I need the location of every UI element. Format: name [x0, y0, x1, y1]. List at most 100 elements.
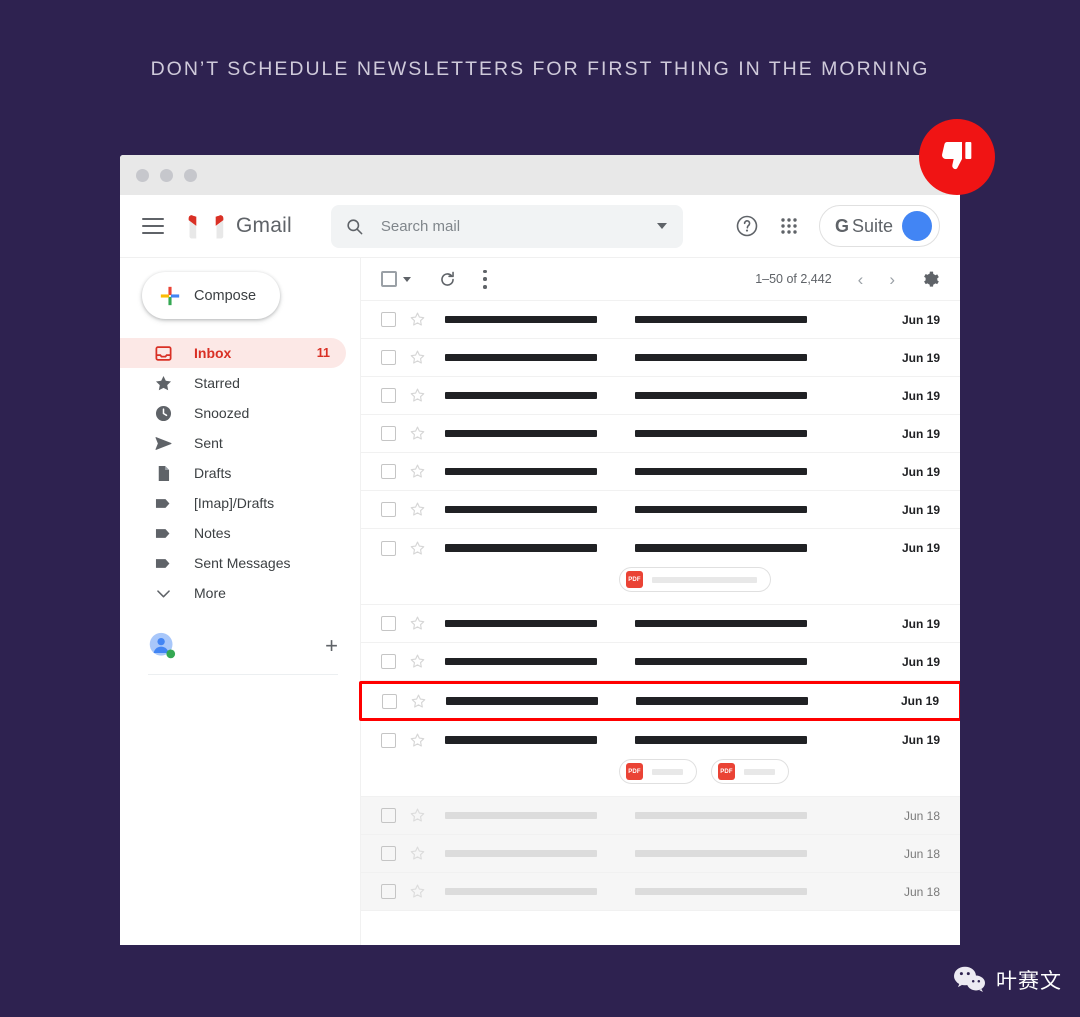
row-checkbox[interactable]: [381, 654, 396, 669]
attachment-chip[interactable]: PDF: [711, 759, 789, 784]
sender-redacted-bar: [445, 353, 597, 362]
sender-redacted-bar: [445, 849, 597, 858]
star-icon[interactable]: [409, 732, 426, 749]
sidebar-item-inbox[interactable]: Inbox 11: [120, 338, 346, 368]
row-checkbox[interactable]: [381, 732, 396, 748]
sender-redacted-bar: [445, 736, 597, 744]
refresh-icon[interactable]: [438, 270, 457, 289]
star-icon[interactable]: [409, 425, 426, 442]
row-checkbox[interactable]: [381, 846, 396, 861]
row-checkbox[interactable]: [381, 426, 396, 441]
table-row[interactable]: Jun 19: [361, 377, 960, 415]
close-dot-icon[interactable]: [136, 168, 149, 182]
subject-redacted-bar: [635, 544, 807, 552]
attachment-list: PDF PDF: [361, 759, 960, 796]
minimize-dot-icon[interactable]: [160, 168, 173, 182]
table-row[interactable]: Jun 19: [361, 605, 960, 643]
help-circle-icon[interactable]: [735, 214, 759, 238]
star-icon[interactable]: [409, 540, 426, 557]
star-icon[interactable]: [409, 349, 426, 366]
table-row[interactable]: Jun 18: [361, 873, 960, 911]
row-checkbox[interactable]: [381, 502, 396, 517]
contact-avatar-icon[interactable]: [148, 632, 176, 660]
row-date: Jun 19: [901, 350, 940, 365]
sidebar-item-more[interactable]: More: [120, 578, 346, 608]
star-icon[interactable]: [409, 501, 426, 518]
table-row[interactable]: Jun 18: [361, 797, 960, 835]
pagination-count: 1–50 of 2,442: [755, 272, 832, 286]
sidebar-item-sent[interactable]: Sent: [120, 428, 346, 458]
table-row[interactable]: Jun 19: [361, 721, 960, 759]
attachment-name-redacted-bar: [652, 768, 683, 775]
maximize-dot-icon[interactable]: [184, 168, 197, 182]
table-row[interactable]: Jun 19: [361, 453, 960, 491]
star-icon[interactable]: [409, 807, 426, 824]
sidebar-item-notes[interactable]: Notes: [120, 518, 346, 548]
compose-button[interactable]: Compose: [142, 272, 280, 319]
attachment-chip[interactable]: PDF: [619, 759, 697, 784]
label-tag-icon: [154, 554, 173, 573]
star-icon[interactable]: [409, 615, 426, 632]
select-all-checkbox[interactable]: [381, 271, 397, 287]
search-input[interactable]: Search mail: [330, 204, 683, 248]
gear-icon[interactable]: [921, 270, 940, 289]
sidebar-item-imap-drafts[interactable]: [Imap]/Drafts: [120, 488, 346, 518]
row-checkbox[interactable]: [382, 693, 397, 709]
add-contact-button[interactable]: +: [325, 635, 338, 657]
compose-label: Compose: [194, 287, 257, 304]
sidebar-item-snoozed[interactable]: Snoozed: [120, 398, 346, 428]
table-row-highlighted[interactable]: Jun 19: [359, 681, 960, 721]
attachment-chip[interactable]: PDF: [619, 567, 771, 592]
chevron-right-icon[interactable]: ›: [889, 271, 895, 288]
label-tag-icon: [154, 494, 173, 513]
hamburger-menu-icon[interactable]: [142, 218, 164, 234]
row-checkbox[interactable]: [381, 808, 396, 823]
document-icon: [154, 464, 173, 483]
row-checkbox[interactable]: [381, 350, 396, 365]
sender-redacted-bar: [445, 315, 597, 324]
subject-redacted-bar: [635, 811, 807, 820]
table-row[interactable]: Jun 19: [361, 339, 960, 377]
row-checkbox[interactable]: [381, 884, 396, 899]
row-date: Jun 18: [903, 808, 940, 823]
chevron-down-icon[interactable]: [656, 223, 667, 229]
row-date: Jun 19: [901, 426, 940, 441]
table-row[interactable]: Jun 19: [361, 643, 960, 681]
star-icon: [154, 374, 173, 393]
row-checkbox[interactable]: [381, 464, 396, 479]
star-icon[interactable]: [409, 311, 426, 328]
table-row[interactable]: Jun 18: [361, 835, 960, 873]
star-icon[interactable]: [409, 883, 426, 900]
sidebar-item-drafts[interactable]: Drafts: [120, 458, 346, 488]
subject-redacted-bar: [635, 736, 807, 744]
star-icon[interactable]: [409, 845, 426, 862]
status-badge: [919, 119, 995, 195]
more-vertical-icon[interactable]: [483, 269, 487, 289]
attachment-list: PDF: [361, 567, 960, 604]
row-checkbox[interactable]: [381, 312, 396, 327]
table-row[interactable]: Jun 19: [361, 491, 960, 529]
gmail-header: Gmail Search mail G Suite: [120, 195, 960, 258]
table-row[interactable]: Jun 19: [361, 529, 960, 567]
row-date: Jun 18: [903, 846, 940, 861]
sidebar-item-starred[interactable]: Starred: [120, 368, 346, 398]
table-row[interactable]: Jun 19: [361, 301, 960, 339]
watermark-label: 叶赛文: [996, 970, 1062, 993]
star-icon[interactable]: [409, 387, 426, 404]
select-all-chevron-down-icon[interactable]: [403, 276, 411, 282]
sidebar-item-sent-messages[interactable]: Sent Messages: [120, 548, 346, 578]
avatar[interactable]: [902, 211, 932, 241]
star-icon[interactable]: [409, 463, 426, 480]
apps-grid-icon[interactable]: [777, 214, 801, 238]
subject-redacted-bar: [635, 619, 807, 628]
chevron-left-icon[interactable]: ‹: [858, 271, 864, 288]
star-icon[interactable]: [409, 653, 426, 670]
row-checkbox[interactable]: [381, 388, 396, 403]
row-checkbox[interactable]: [381, 540, 396, 556]
star-icon[interactable]: [410, 693, 427, 710]
row-checkbox[interactable]: [381, 616, 396, 631]
page-title: DON’T SCHEDULE NEWSLETTERS FOR FIRST THI…: [150, 58, 930, 80]
subject-redacted-bar: [635, 315, 807, 324]
gsuite-account-button[interactable]: G Suite: [818, 205, 940, 247]
table-row[interactable]: Jun 19: [361, 415, 960, 453]
